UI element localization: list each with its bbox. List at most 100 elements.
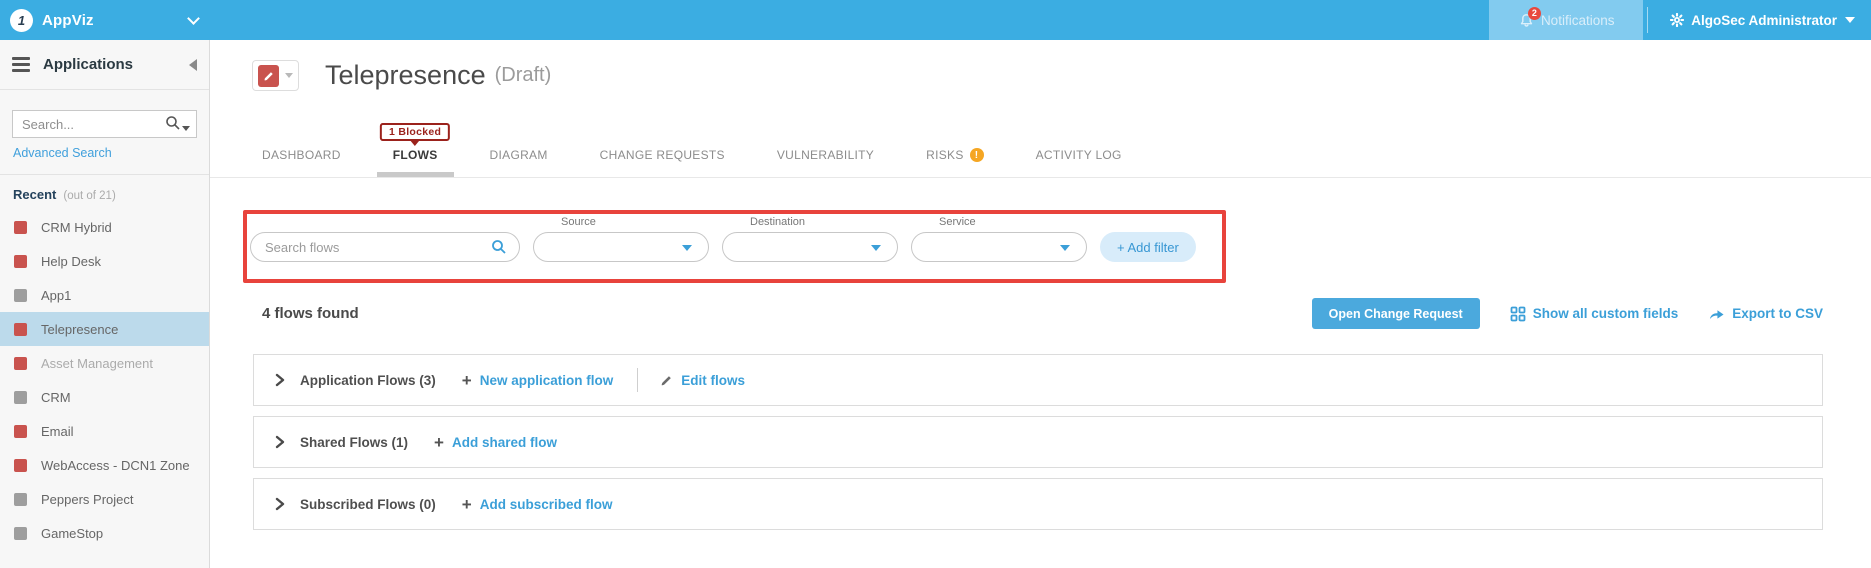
flow-group-title[interactable]: Application Flows (3) [300,373,436,388]
sidebar-item-crm[interactable]: CRM [0,380,209,414]
sidebar-item-help-desk[interactable]: Help Desk [0,244,209,278]
tab-dashboard[interactable]: DASHBOARD [262,148,341,168]
tab-flows[interactable]: 1 BlockedFLOWS [393,148,438,168]
chevron-right-icon[interactable] [274,497,286,511]
flow-group-title[interactable]: Shared Flows (1) [300,435,408,450]
tab-diagram[interactable]: DIAGRAM [490,148,548,168]
results-row: 4 flows found Open Change Request Show a… [262,298,1823,329]
advanced-search-link[interactable]: Advanced Search [13,146,112,160]
notifications-button[interactable]: 2 Notifications [1489,0,1643,40]
sidebar-item-label: GameStop [41,526,103,541]
application-status-square [14,391,27,404]
destination-select[interactable] [722,232,898,262]
chevron-right-icon[interactable] [274,435,286,449]
tab-activity-log[interactable]: ACTIVITY LOG [1036,148,1122,168]
caret-down-icon [1845,17,1855,23]
chevron-down-icon[interactable] [187,12,200,25]
show-custom-fields-label: Show all custom fields [1533,306,1679,321]
sidebar-item-webaccess-dcn1-zone[interactable]: WebAccess - DCN1 Zone [0,448,209,482]
plus-icon: + [434,434,444,451]
chevron-right-icon[interactable] [274,373,286,387]
warning-icon: ! [970,148,984,162]
service-select[interactable] [911,232,1087,262]
pencil-icon [660,374,673,387]
flow-group-title[interactable]: Subscribed Flows (0) [300,497,436,512]
application-status-square [14,357,27,370]
sidebar-item-gamestop[interactable]: GameStop [0,516,209,550]
brand-name: AppViz [42,12,94,29]
tab-label: VULNERABILITY [777,148,874,162]
sidebar-item-label: Email [41,424,74,439]
sidebar-item-telepresence[interactable]: Telepresence [0,312,209,346]
pencil-icon [258,65,279,87]
sidebar-item-app1[interactable]: App1 [0,278,209,312]
user-menu[interactable]: AlgoSec Administrator [1652,13,1871,28]
flow-group-application-flows-3: Application Flows (3) +New application fl… [253,354,1823,406]
caret-down-icon [682,245,692,251]
action-label: Add shared flow [452,435,557,450]
filter-bar: Source Destination Service + Add filter [250,216,1220,262]
add-shared-flow-button[interactable]: + Add shared flow [434,434,557,451]
filter-dropdowns: Source Destination Service [533,216,1087,262]
edit-flows-button[interactable]: Edit flows [660,373,745,388]
hamburger-menu-icon[interactable] [12,57,30,72]
topbar-divider [1647,7,1648,33]
sidebar-item-label: CRM [41,390,71,405]
show-custom-fields-button[interactable]: Show all custom fields [1510,306,1679,322]
tab-label: DASHBOARD [262,148,341,162]
results-actions: Open Change Request Show all custom fiel… [1312,298,1823,329]
sidebar-item-label: Help Desk [41,254,101,269]
application-status-square [14,493,27,506]
sidebar: Applications Advanced Search Recent (out… [0,40,210,568]
add-filter-button[interactable]: + Add filter [1100,232,1196,262]
search-icon[interactable] [165,115,190,131]
open-change-request-button[interactable]: Open Change Request [1312,298,1480,329]
appviz-logo-icon: 1 [10,9,33,32]
search-icon[interactable] [491,239,507,260]
tabs-divider [210,177,1871,178]
tab-bar: DASHBOARD 1 BlockedFLOWS DIAGRAM CHANGE REQ… [262,125,1122,168]
sidebar-item-label: Telepresence [41,322,118,337]
add-subscribed-flow-button[interactable]: +Add subscribed flow [462,496,613,513]
application-status-square [14,459,27,472]
sidebar-item-email[interactable]: Email [0,414,209,448]
plus-icon: + [462,372,472,389]
recent-count: (out of 21) [63,190,115,202]
main-content: Telepresence (Draft) DASHBOARD1 BlockedF… [210,40,1871,568]
flow-search-input[interactable] [250,232,520,262]
filter-dropdown-label: Source [561,216,709,228]
flow-group-shared-flows-1: Shared Flows (1) + Add shared flow [253,416,1823,468]
sidebar-item-peppers-project[interactable]: Peppers Project [0,482,209,516]
export-csv-button[interactable]: Export to CSV [1708,306,1823,321]
tab-vulnerability[interactable]: VULNERABILITY [777,148,874,168]
export-csv-label: Export to CSV [1732,306,1823,321]
grid-icon [1510,306,1526,322]
new-application-flow-button[interactable]: +New application flow [462,372,613,389]
filter-dropdown-label: Service [939,216,1087,228]
collapse-sidebar-icon[interactable] [189,59,197,71]
tab-label: DIAGRAM [490,148,548,162]
page-title: Telepresence [325,60,486,91]
tab-risks[interactable]: RISKS! [926,148,984,168]
caret-down-icon [285,73,293,78]
flow-group-subscribed-flows-0: Subscribed Flows (0) +Add subscribed flow [253,478,1823,530]
sidebar-header: Applications [0,40,209,90]
search-options-caret-icon [182,126,190,131]
sidebar-item-crm-hybrid[interactable]: CRM Hybrid [0,210,209,244]
tab-change-requests[interactable]: CHANGE REQUESTS [600,148,725,168]
sidebar-search [12,110,197,138]
application-status-square [14,289,27,302]
filter-dropdown-service: Service [911,216,1087,262]
notifications-label: Notifications [1541,13,1615,28]
action-label: Add subscribed flow [480,497,613,512]
badge-pointer-icon [410,140,420,146]
recent-label: Recent [13,187,56,202]
sidebar-item-asset-management[interactable]: Asset Management [0,346,209,380]
notification-count-badge: 2 [1528,7,1541,20]
edit-application-button[interactable] [252,60,299,91]
application-status-square [14,425,27,438]
filter-dropdown-destination: Destination [722,216,898,262]
tab-label: RISKS [926,148,964,162]
source-select[interactable] [533,232,709,262]
user-name: AlgoSec Administrator [1691,13,1837,28]
